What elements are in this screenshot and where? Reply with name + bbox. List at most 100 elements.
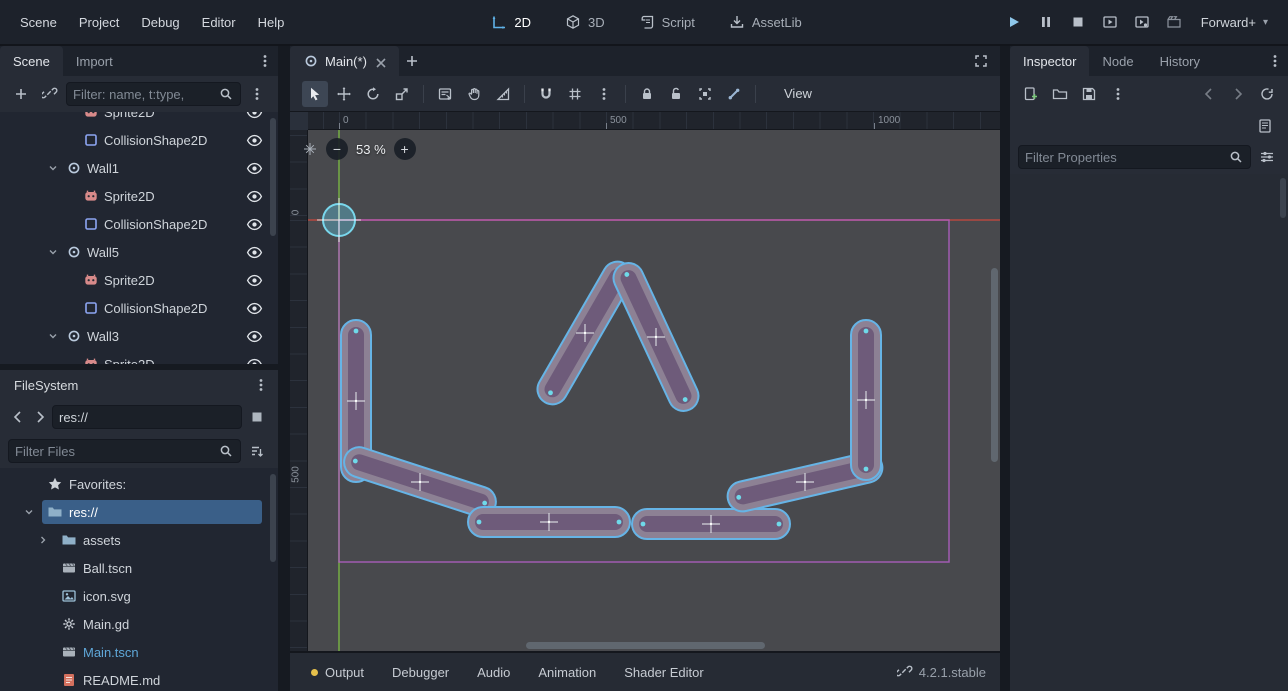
grid-snap-toggle-button[interactable] — [562, 81, 588, 107]
new-scene-tab-button[interactable] — [399, 46, 425, 76]
dock-splitter[interactable] — [1000, 46, 1010, 691]
scene-node-row[interactable]: CollisionShape2D — [0, 210, 278, 238]
zoom-level-label[interactable]: 53 % — [356, 142, 386, 157]
toggle-split-mode-button[interactable] — [244, 404, 270, 430]
filesystem-scrollbar[interactable] — [270, 474, 276, 562]
main-screen-3d[interactable]: 3D — [554, 9, 616, 35]
current-path-input[interactable] — [59, 410, 235, 425]
file-row[interactable]: Favorites: — [0, 470, 278, 498]
zoom-out-button[interactable]: − — [326, 138, 348, 160]
play-scene-button[interactable] — [1095, 9, 1125, 35]
current-path-field[interactable] — [52, 405, 242, 429]
add-node-button[interactable] — [8, 81, 34, 107]
stop-button[interactable] — [1063, 9, 1093, 35]
file-row[interactable]: icon.svg — [0, 582, 278, 610]
scene-node-row[interactable]: Wall3 — [0, 322, 278, 350]
scene-node-row[interactable]: Sprite2D — [0, 350, 278, 364]
property-filter-field[interactable] — [1018, 145, 1251, 169]
close-icon[interactable] — [373, 55, 386, 68]
collapse-arrow-icon[interactable] — [45, 162, 61, 174]
pan-tool-button[interactable] — [461, 81, 487, 107]
center-view-icon[interactable] — [302, 141, 318, 157]
property-filter-input[interactable] — [1025, 150, 1222, 165]
canvas-hscrollbar[interactable] — [308, 642, 990, 649]
scene-tab-main[interactable]: Main(*) — [290, 46, 399, 76]
visibility-toggle[interactable] — [244, 132, 264, 149]
tab-menu-button[interactable] — [252, 46, 278, 76]
file-row[interactable]: Main.gd — [0, 610, 278, 638]
visibility-toggle[interactable] — [244, 160, 264, 177]
edit-back-button[interactable] — [1196, 81, 1222, 107]
renderer-select[interactable]: Forward+ ▾ — [1191, 11, 1278, 34]
visibility-toggle[interactable] — [244, 216, 264, 233]
file-row-fill[interactable]: Favorites: — [42, 472, 262, 496]
edit-forward-button[interactable] — [1225, 81, 1251, 107]
file-filter-input[interactable] — [15, 444, 212, 459]
move-tool-button[interactable] — [331, 81, 357, 107]
filesystem-dock-menu-button[interactable] — [248, 372, 274, 398]
scene-filter-input[interactable] — [73, 87, 212, 102]
bottom-tab-shader-editor[interactable]: Shader Editor — [613, 660, 715, 685]
file-row[interactable]: Main.tscn — [0, 638, 278, 666]
zoom-in-button[interactable]: + — [394, 138, 416, 160]
file-row-fill[interactable]: Main.gd — [56, 612, 262, 636]
scene-tree-scrollbar[interactable] — [270, 118, 276, 236]
instance-scene-button[interactable] — [37, 81, 63, 107]
file-row[interactable]: res:// — [0, 498, 278, 526]
unlock-button-button[interactable] — [663, 81, 689, 107]
visibility-toggle[interactable] — [244, 188, 264, 205]
load-resource-button[interactable] — [1047, 81, 1073, 107]
dock-splitter[interactable] — [278, 46, 290, 691]
open-docs-button[interactable] — [1252, 113, 1278, 139]
collapse-arrow-icon[interactable] — [21, 506, 37, 518]
menu-editor[interactable]: Editor — [192, 10, 246, 35]
bottom-tab-animation[interactable]: Animation — [527, 660, 607, 685]
file-row[interactable]: assets — [0, 526, 278, 554]
tab-menu-button[interactable] — [1262, 46, 1288, 76]
collapse-arrow-icon[interactable] — [45, 246, 61, 258]
visibility-toggle[interactable] — [244, 112, 264, 121]
visibility-toggle[interactable] — [244, 272, 264, 289]
movie-maker-button[interactable] — [1159, 9, 1189, 35]
expand-arrow-icon[interactable] — [35, 534, 51, 546]
play-button[interactable] — [999, 9, 1029, 35]
pause-button[interactable] — [1031, 9, 1061, 35]
rotate-tool-button[interactable] — [360, 81, 386, 107]
bottom-tab-output[interactable]: Output — [300, 660, 375, 685]
visibility-toggle[interactable] — [244, 328, 264, 345]
group-button-button[interactable] — [692, 81, 718, 107]
scene-node-row[interactable]: CollisionShape2D — [0, 126, 278, 154]
scene-node-row[interactable]: Wall1 — [0, 154, 278, 182]
main-screen-script[interactable]: Script — [628, 9, 706, 35]
lock-button-button[interactable] — [634, 81, 660, 107]
bottom-tab-debugger[interactable]: Debugger — [381, 660, 460, 685]
new-resource-button[interactable] — [1018, 81, 1044, 107]
vscrollbar-thumb[interactable] — [991, 268, 998, 462]
scene-canvas[interactable] — [290, 112, 1000, 651]
snap-options-menu-button[interactable] — [591, 81, 617, 107]
visibility-toggle[interactable] — [244, 356, 264, 365]
file-sort-button[interactable] — [244, 438, 270, 464]
main-screen-2d[interactable]: 2D — [480, 9, 542, 35]
ruler-tool-button[interactable] — [490, 81, 516, 107]
file-row-fill[interactable]: Main.tscn — [56, 640, 262, 664]
version-button[interactable]: 4.2.1.stable — [897, 664, 990, 680]
tab-history[interactable]: History — [1147, 46, 1213, 76]
view-menu-button[interactable]: View — [774, 82, 822, 105]
file-filter-field[interactable] — [8, 439, 241, 463]
menu-scene[interactable]: Scene — [10, 10, 67, 35]
object-history-button[interactable] — [1254, 81, 1280, 107]
scene-node-row[interactable]: CollisionShape2D — [0, 294, 278, 322]
list-select-tool-button[interactable] — [432, 81, 458, 107]
inspector-scrollbar[interactable] — [1280, 178, 1286, 218]
file-row[interactable]: README.md — [0, 666, 278, 691]
file-row-fill[interactable]: assets — [56, 528, 262, 552]
file-row-fill[interactable]: res:// — [42, 500, 262, 524]
file-row[interactable]: Ball.tscn — [0, 554, 278, 582]
save-resource-button[interactable] — [1076, 81, 1102, 107]
tab-node[interactable]: Node — [1089, 46, 1146, 76]
visibility-toggle[interactable] — [244, 244, 264, 261]
play-custom-scene-button[interactable] — [1127, 9, 1157, 35]
expand-viewport-button[interactable] — [968, 46, 994, 76]
property-name-style-button[interactable] — [1254, 144, 1280, 170]
